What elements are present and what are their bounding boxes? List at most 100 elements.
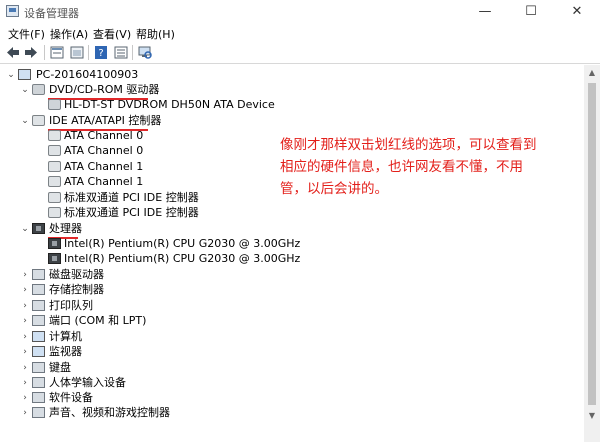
tree-group-label: 计算机 — [49, 330, 82, 343]
chevron-down-icon[interactable]: ⌄ — [20, 82, 30, 98]
ide-channel-icon — [48, 176, 61, 187]
annotation-text: 像刚才那样双击划红线的选项，可以查看到相应的硬件信息，也许网友看不懂，不用管，以… — [280, 137, 537, 197]
chevron-down-icon[interactable]: ⌄ — [20, 113, 30, 129]
tree-group-dvd[interactable]: ⌄ DVD/CD-ROM 驱动器 — [0, 82, 560, 98]
chevron-right-icon[interactable]: › — [20, 298, 30, 314]
ide-channel-icon — [48, 130, 61, 141]
processor-icon — [32, 223, 45, 234]
dvd-icon — [32, 84, 45, 95]
tree-group-label: 打印队列 — [49, 299, 93, 312]
tree-group-label: DVD/CD-ROM 驱动器 — [49, 83, 160, 96]
toolbar-separator — [132, 45, 133, 60]
menu-action[interactable]: 操作(A) — [48, 26, 90, 42]
tree-item[interactable]: ATA Channel 1 — [0, 159, 260, 175]
chevron-right-icon[interactable]: › — [20, 313, 30, 329]
tree-item-label: ATA Channel 0 — [64, 129, 144, 142]
tree-group-label: 处理器 — [49, 222, 82, 235]
tree-item[interactable]: 标准双通道 PCI IDE 控制器 — [0, 205, 260, 221]
disk-icon — [32, 269, 45, 280]
menu-help[interactable]: 帮助(H) — [134, 26, 177, 42]
device-tree: ⌄ PC-201604100903 ⌄ DVD/CD-ROM 驱动器 HL-DT… — [0, 65, 584, 442]
toolbar: ? — [0, 42, 600, 64]
ide-controller-icon — [48, 207, 61, 218]
tree-group-software-device[interactable]: › 软件设备 — [0, 390, 560, 406]
tree-item[interactable]: 标准双通道 PCI IDE 控制器 — [0, 190, 260, 206]
chevron-right-icon[interactable]: › — [20, 390, 30, 406]
scan-hardware-icon[interactable] — [136, 44, 154, 61]
scroll-up-icon[interactable]: ▲ — [584, 65, 600, 81]
tree-item[interactable]: Intel(R) Pentium(R) CPU G2030 @ 3.00GHz — [0, 236, 560, 252]
svg-text:?: ? — [98, 48, 103, 59]
tree-group-storage[interactable]: › 存储控制器 — [0, 282, 560, 298]
audio-icon — [32, 407, 45, 418]
chevron-right-icon[interactable]: › — [20, 282, 30, 298]
show-hide-icon[interactable] — [68, 44, 86, 61]
chevron-right-icon[interactable]: › — [20, 329, 30, 345]
menu-bar: 文件(F) 操作(A) 查看(V) 帮助(H) — [0, 24, 600, 42]
tree-item-label: ATA Channel 1 — [64, 160, 144, 173]
chevron-down-icon[interactable]: ⌄ — [20, 221, 30, 237]
chevron-right-icon[interactable]: › — [20, 405, 30, 421]
device-manager-icon — [6, 5, 19, 17]
tree-group-label: 监视器 — [49, 345, 82, 358]
tree-group-label: 磁盘驱动器 — [49, 268, 104, 281]
dvd-icon — [48, 99, 61, 110]
tree-item-label: 标准双通道 PCI IDE 控制器 — [64, 191, 199, 204]
tree-group-computer[interactable]: › 计算机 — [0, 329, 560, 345]
ide-channel-icon — [48, 161, 61, 172]
port-icon — [32, 315, 45, 326]
ide-controller-icon — [32, 115, 45, 126]
printer-icon — [32, 300, 45, 311]
tree-group-audio[interactable]: › 声音、视频和游戏控制器 — [0, 405, 560, 421]
tree-item-label: Intel(R) Pentium(R) CPU G2030 @ 3.00GHz — [64, 252, 301, 265]
chevron-right-icon[interactable]: › — [20, 375, 30, 391]
menu-view[interactable]: 查看(V) — [91, 26, 133, 42]
tree-group-disk[interactable]: › 磁盘驱动器 — [0, 267, 560, 283]
tree-item[interactable]: ATA Channel 0 — [0, 143, 260, 159]
close-button[interactable]: ✕ — [554, 0, 600, 24]
keyboard-icon — [32, 362, 45, 373]
vertical-scrollbar[interactable]: ▲ ▼ — [584, 65, 600, 442]
processor-icon — [48, 238, 61, 249]
tree-group-label: 键盘 — [49, 361, 71, 374]
tree-group-label: 端口 (COM 和 LPT) — [49, 314, 147, 327]
computer-icon — [18, 69, 31, 80]
tree-root[interactable]: ⌄ PC-201604100903 — [0, 67, 560, 83]
tree-item[interactable]: Intel(R) Pentium(R) CPU G2030 @ 3.00GHz — [0, 251, 560, 267]
chevron-right-icon[interactable]: › — [20, 344, 30, 360]
window-title: 设备管理器 — [24, 7, 79, 20]
tree-group-ide[interactable]: ⌄ IDE ATA/ATAPI 控制器 — [0, 113, 560, 129]
toolbar-separator — [44, 45, 45, 60]
tree-group-label: 人体学输入设备 — [49, 376, 126, 389]
computer-icon — [32, 331, 45, 342]
tree-group-label: IDE ATA/ATAPI 控制器 — [49, 114, 162, 127]
maximize-button[interactable]: ☐ — [508, 0, 554, 24]
ide-controller-icon — [48, 192, 61, 203]
ide-channel-icon — [48, 145, 61, 156]
tree-item[interactable]: HL-DT-ST DVDROM DH50N ATA Device — [0, 97, 560, 113]
forward-icon[interactable] — [22, 44, 40, 61]
chevron-right-icon[interactable]: › — [20, 267, 30, 283]
minimize-button[interactable]: — — [462, 0, 508, 24]
tree-group-label: 软件设备 — [49, 391, 93, 404]
tree-group-hid[interactable]: › 人体学输入设备 — [0, 375, 560, 391]
properties-icon[interactable] — [48, 44, 66, 61]
tree-group-monitor[interactable]: › 监视器 — [0, 344, 560, 360]
tree-group-print-queue[interactable]: › 打印队列 — [0, 298, 560, 314]
help-icon[interactable]: ? — [92, 44, 110, 61]
tree-group-processor[interactable]: ⌄ 处理器 — [0, 221, 560, 237]
view-icon[interactable] — [112, 44, 130, 61]
tree-item[interactable]: ATA Channel 1 — [0, 174, 260, 190]
chevron-right-icon[interactable]: › — [20, 360, 30, 376]
tree-item-label: HL-DT-ST DVDROM DH50N ATA Device — [64, 98, 275, 111]
tree-group-keyboard[interactable]: › 键盘 — [0, 360, 560, 376]
monitor-icon — [32, 346, 45, 357]
scroll-down-icon[interactable]: ▼ — [584, 408, 600, 424]
back-icon[interactable] — [4, 44, 22, 61]
tree-item-label: ATA Channel 1 — [64, 175, 144, 188]
menu-file[interactable]: 文件(F) — [6, 26, 47, 42]
chevron-down-icon[interactable]: ⌄ — [6, 67, 16, 83]
tree-item-label: 标准双通道 PCI IDE 控制器 — [64, 206, 199, 219]
scroll-thumb[interactable] — [588, 83, 596, 405]
tree-group-ports[interactable]: › 端口 (COM 和 LPT) — [0, 313, 560, 329]
